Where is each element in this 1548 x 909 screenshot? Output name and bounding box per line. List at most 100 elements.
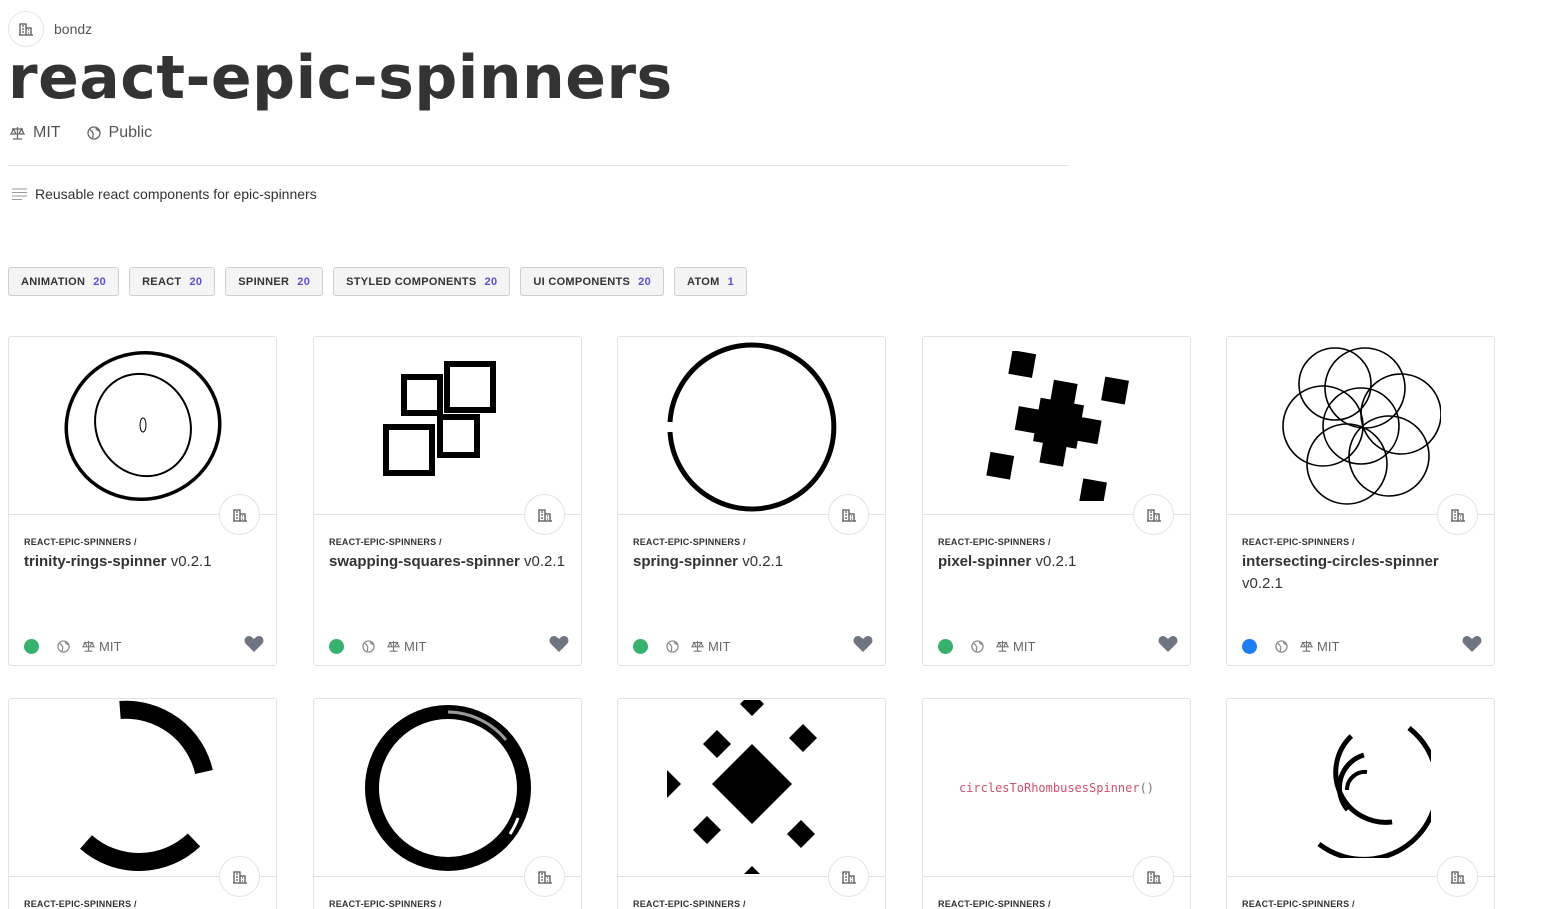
card-license: MIT [691, 639, 730, 654]
description: Reusable react components for epic-spinn… [12, 186, 317, 202]
card-license: MIT [82, 639, 121, 654]
owner-name[interactable]: bondz [54, 21, 92, 37]
globe-icon [666, 639, 679, 653]
heart-icon[interactable] [1158, 635, 1178, 653]
preview [1227, 699, 1494, 877]
scope-icon[interactable] [219, 494, 260, 535]
component-name: intersecting-circles-spinner [1242, 553, 1439, 570]
component-card[interactable]: REACT-EPIC-SPINNERS / trinity-rings-spin… [8, 336, 277, 666]
heart-icon[interactable] [853, 635, 873, 653]
globe-icon [86, 126, 101, 140]
scope-icon[interactable] [1437, 494, 1478, 535]
component-name: trinity-rings-spinner [24, 553, 167, 570]
preview [314, 699, 581, 877]
preview [9, 337, 276, 515]
license: MIT [10, 124, 61, 142]
status-dot [633, 638, 648, 654]
scale-icon [691, 640, 704, 652]
component-name: swapping-squares-spinner [329, 553, 520, 570]
scope-icon[interactable] [828, 494, 869, 535]
scope-icon[interactable] [828, 856, 869, 897]
card-footer: MIT [633, 635, 873, 655]
component-version: v0.2.1 [1035, 553, 1077, 570]
component-card[interactable]: REACT-EPIC-SPINNERS / [313, 698, 582, 909]
component-card[interactable]: REACT-EPIC-SPINNERS / pixel-spinner v0.2… [922, 336, 1191, 666]
card-title[interactable]: intersecting-circles-spinner v0.2.1 [1242, 551, 1482, 595]
card-title[interactable]: spring-spinner v0.2.1 [633, 551, 873, 573]
tag-react[interactable]: REACT 20 [129, 267, 216, 296]
tag-count: 20 [189, 275, 203, 288]
component-version: v0.2.1 [742, 553, 784, 570]
globe-icon [57, 639, 70, 653]
tag-label: REACT [142, 275, 182, 288]
component-card[interactable]: REACT-EPIC-SPINNERS / [1226, 698, 1495, 909]
tag-list: ANIMATION 20 REACT 20 SPINNER 20 STYLED COM… [8, 267, 757, 296]
card-scope: REACT-EPIC-SPINNERS / [1242, 899, 1355, 909]
card-footer: MIT [24, 635, 264, 655]
visibility-label: Public [108, 124, 153, 141]
divider [8, 165, 1068, 166]
page-title: react-epic-spinners [8, 43, 673, 113]
scope-icon[interactable] [1437, 856, 1478, 897]
component-card[interactable]: REACT-EPIC-SPINNERS / [617, 698, 886, 909]
card-scope: REACT-EPIC-SPINNERS / [329, 537, 442, 547]
card-title[interactable]: swapping-squares-spinner v0.2.1 [329, 551, 569, 573]
component-card[interactable]: REACT-EPIC-SPINNERS / spring-spinner v0.… [617, 336, 886, 666]
half-circle-icon [79, 700, 213, 871]
tag-ui-components[interactable]: UI COMPONENTS 20 [520, 267, 665, 296]
tag-count: 20 [638, 275, 652, 288]
component-version: v0.2.1 [1242, 575, 1283, 592]
scope-icon[interactable] [1133, 494, 1174, 535]
heart-icon[interactable] [1462, 635, 1482, 653]
tag-spinner[interactable]: SPINNER 20 [225, 267, 324, 296]
card-license: MIT [996, 639, 1035, 654]
scope-icon[interactable] [524, 856, 565, 897]
card-scope: REACT-EPIC-SPINNERS / [938, 899, 1051, 909]
scope-icon[interactable] [1133, 856, 1174, 897]
tag-styled-components[interactable]: STYLED COMPONENTS 20 [333, 267, 511, 296]
preview: circlesToRhombusesSpinner() [923, 699, 1190, 877]
component-card[interactable]: REACT-EPIC-SPINNERS / [8, 698, 277, 909]
card-license: MIT [1300, 639, 1339, 654]
preview [314, 337, 581, 515]
card-scope: REACT-EPIC-SPINNERS / [633, 537, 746, 547]
scope-icon[interactable] [524, 494, 565, 535]
card-scope: REACT-EPIC-SPINNERS / [24, 899, 137, 909]
diamonds-icon [666, 699, 817, 874]
tag-count: 20 [297, 275, 311, 288]
trinity-rings-icon [64, 350, 221, 501]
globe-icon [971, 639, 984, 653]
meta-row: MIT Public [10, 124, 178, 142]
tag-atom[interactable]: ATOM 1 [674, 267, 748, 296]
heart-icon[interactable] [549, 635, 569, 653]
license-text: MIT [1317, 638, 1340, 654]
spring-icon [667, 342, 836, 511]
component-card[interactable]: REACT-EPIC-SPINNERS / swapping-squares-s… [313, 336, 582, 666]
tag-label: UI COMPONENTS [533, 275, 631, 288]
card-title[interactable]: trinity-rings-spinner v0.2.1 [24, 551, 264, 573]
component-card[interactable]: REACT-EPIC-SPINNERS / intersecting-circl… [1226, 336, 1495, 666]
tag-label: SPINNER [238, 275, 290, 288]
scale-icon [996, 640, 1009, 652]
status-dot [938, 638, 953, 654]
license-label: MIT [33, 124, 61, 141]
card-title[interactable]: pixel-spinner v0.2.1 [938, 551, 1178, 573]
card-scope: REACT-EPIC-SPINNERS / [633, 899, 746, 909]
description-text: Reusable react components for epic-spinn… [35, 186, 317, 202]
scope-icon[interactable] [219, 856, 260, 897]
card-footer: MIT [938, 635, 1178, 655]
component-name: pixel-spinner [938, 553, 1032, 570]
license-text: MIT [99, 638, 122, 654]
card-scope: REACT-EPIC-SPINNERS / [1242, 537, 1355, 547]
component-card[interactable]: circlesToRhombusesSpinner() REACT-EPIC-S… [922, 698, 1191, 909]
license-text: MIT [708, 638, 731, 654]
tag-label: ATOM [687, 275, 720, 288]
scale-icon [1300, 640, 1313, 652]
heart-icon[interactable] [244, 635, 264, 653]
globe-icon [1275, 639, 1288, 653]
tag-animation[interactable]: ANIMATION 20 [8, 267, 120, 296]
scale-icon [387, 640, 400, 652]
preview [9, 699, 276, 877]
status-dot [24, 638, 39, 654]
license-text: MIT [404, 638, 427, 654]
